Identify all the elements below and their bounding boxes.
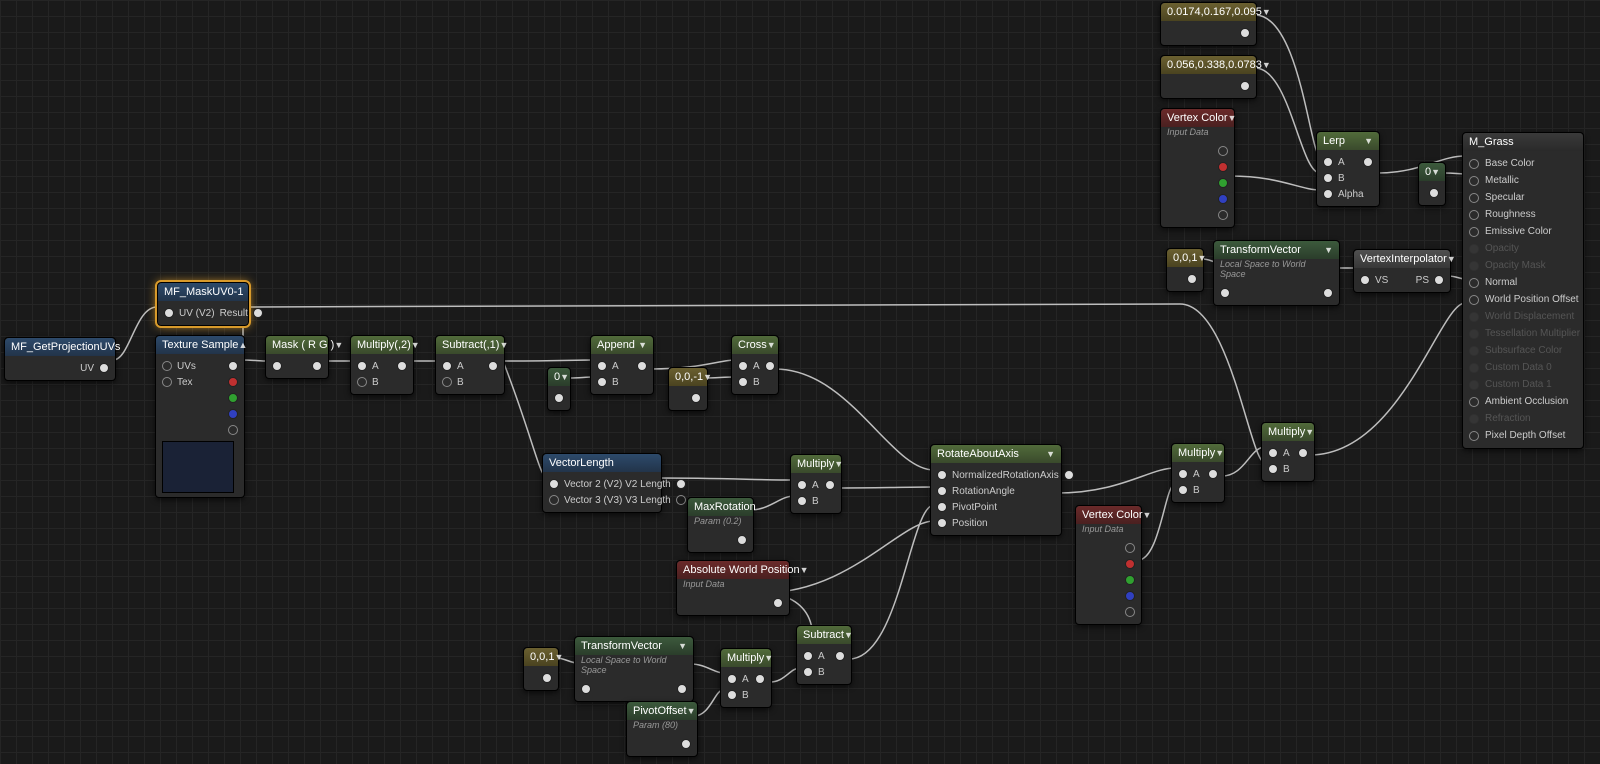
material-pin-base-color[interactable]: Base Color [1469,155,1577,172]
node-vertex-color-2[interactable]: Vertex Color▼ Input Data [1075,505,1142,625]
node-title: MF_MaskUV0-1 [164,286,243,298]
material-pin-custom-data-0[interactable]: Custom Data 0 [1469,359,1577,376]
pin-in[interactable] [1469,295,1479,305]
material-pin-custom-data-1[interactable]: Custom Data 1 [1469,376,1577,393]
material-pin-pixel-depth-offset[interactable]: Pixel Depth Offset [1469,427,1577,444]
material-pin-tessellation-multiplier[interactable]: Tessellation Multiplier [1469,325,1577,342]
node-multiply-b[interactable]: Multiply▼ A B [720,648,772,708]
node-graph-canvas[interactable]: { "nodes": { "getProj": { "title": "MF_G… [0,0,1600,764]
node-transform-vector-1[interactable]: TransformVector▼ Local Space to World Sp… [574,636,694,702]
node-multiply-a[interactable]: Multiply▼ A B [790,454,842,514]
material-title: M_Grass [1469,136,1514,148]
chevron-up-icon: ▲ [238,340,247,350]
node-const-001[interactable]: 0,0,1▼ [523,647,559,691]
material-pin-world-position-offset[interactable]: World Position Offset [1469,291,1577,308]
node-get-projection-uvs[interactable]: MF_GetProjectionUVs UV [4,337,116,381]
node-color-a[interactable]: 0.0174,0.167,0.095▼ [1160,2,1257,46]
pin-in[interactable] [1469,210,1479,220]
material-pin-refraction[interactable]: Refraction [1469,410,1577,427]
node-abs-world-position[interactable]: Absolute World Position▼ Input Data [676,560,790,616]
node-multiply-d[interactable]: Multiply▼ A B [1261,422,1315,482]
node-max-rotation[interactable]: MaxRotation Param (0.2) [687,497,754,553]
node-subtract-1[interactable]: Subtract(,1)▼ A B [435,335,505,395]
pin-out[interactable] [253,308,263,318]
pin-in[interactable] [1469,397,1479,407]
node-multiply-c[interactable]: Multiply▼ A B [1171,443,1225,503]
node-mask-uv[interactable]: MF_MaskUV0-1 UV (V2) Result [157,282,249,326]
node-color-b[interactable]: 0.056,0.338,0.0783▼ [1160,55,1257,99]
node-append[interactable]: Append▼ A B [590,335,654,395]
material-pin-opacity[interactable]: Opacity [1469,240,1577,257]
pin-in[interactable] [1469,414,1479,424]
material-pin-specular[interactable]: Specular [1469,189,1577,206]
node-const-00-1[interactable]: 0,0,-1▼ [668,367,708,411]
node-vector-length[interactable]: VectorLength Vector 2 (V2) V2 Length Vec… [542,453,662,513]
pin-in[interactable] [1469,380,1479,390]
pin-out[interactable] [99,363,109,373]
pin-in[interactable] [164,308,174,318]
node-lerp[interactable]: Lerp▼ A B Alpha [1316,131,1380,207]
node-pivot-offset[interactable]: PivotOffset▼ Param (80) [626,701,698,757]
node-cross[interactable]: Cross▼ A B [731,335,779,395]
node-texture-sample[interactable]: Texture Sample▲ UVs Tex [155,335,245,498]
texture-preview [162,441,234,493]
node-transform-vector-2[interactable]: TransformVector▼ Local Space to World Sp… [1213,240,1340,306]
node-vertex-color-1[interactable]: Vertex Color▼ Input Data [1160,108,1235,228]
pin-in[interactable] [1469,431,1479,441]
node-material-output[interactable]: M_Grass Base ColorMetallicSpecularRoughn… [1462,132,1584,449]
node-title: Texture Sample [162,339,238,351]
pin-in[interactable] [1469,346,1479,356]
pin-in[interactable] [1469,312,1479,322]
pin-in[interactable] [1469,227,1479,237]
node-const-0[interactable]: 0▼ [547,367,571,411]
node-subtract-b[interactable]: Subtract▼ A B [796,625,852,685]
pin-in[interactable] [1469,329,1479,339]
node-title: MF_GetProjectionUVs [11,341,120,353]
node-const-0-b[interactable]: 0▼ [1418,162,1446,206]
pin-in[interactable] [1469,261,1479,271]
material-pin-normal[interactable]: Normal [1469,274,1577,291]
pin-in[interactable] [1469,244,1479,254]
material-pin-subsurface-color[interactable]: Subsurface Color [1469,342,1577,359]
node-rotate-about-axis[interactable]: RotateAboutAxis▼ NormalizedRotationAxis … [930,444,1062,536]
pin-in[interactable] [1469,278,1479,288]
material-pin-world-displacement[interactable]: World Displacement [1469,308,1577,325]
pin-in[interactable] [1469,193,1479,203]
pin-in[interactable] [1469,176,1479,186]
node-const-001-b[interactable]: 0,0,1▼ [1166,248,1204,292]
material-pin-opacity-mask[interactable]: Opacity Mask [1469,257,1577,274]
chevron-down-icon: ▼ [334,340,343,350]
node-multiply-2[interactable]: Multiply(,2)▼ A B [350,335,414,395]
pin-in[interactable] [1469,159,1479,169]
material-pin-roughness[interactable]: Roughness [1469,206,1577,223]
pin-in[interactable] [1469,363,1479,373]
material-pin-ambient-occlusion[interactable]: Ambient Occlusion [1469,393,1577,410]
node-vertex-interpolator[interactable]: VertexInterpolator▼ VS PS [1353,249,1451,293]
material-pin-emissive-color[interactable]: Emissive Color [1469,223,1577,240]
material-pin-metallic[interactable]: Metallic [1469,172,1577,189]
node-mask-rg[interactable]: Mask ( R G )▼ [265,335,329,379]
